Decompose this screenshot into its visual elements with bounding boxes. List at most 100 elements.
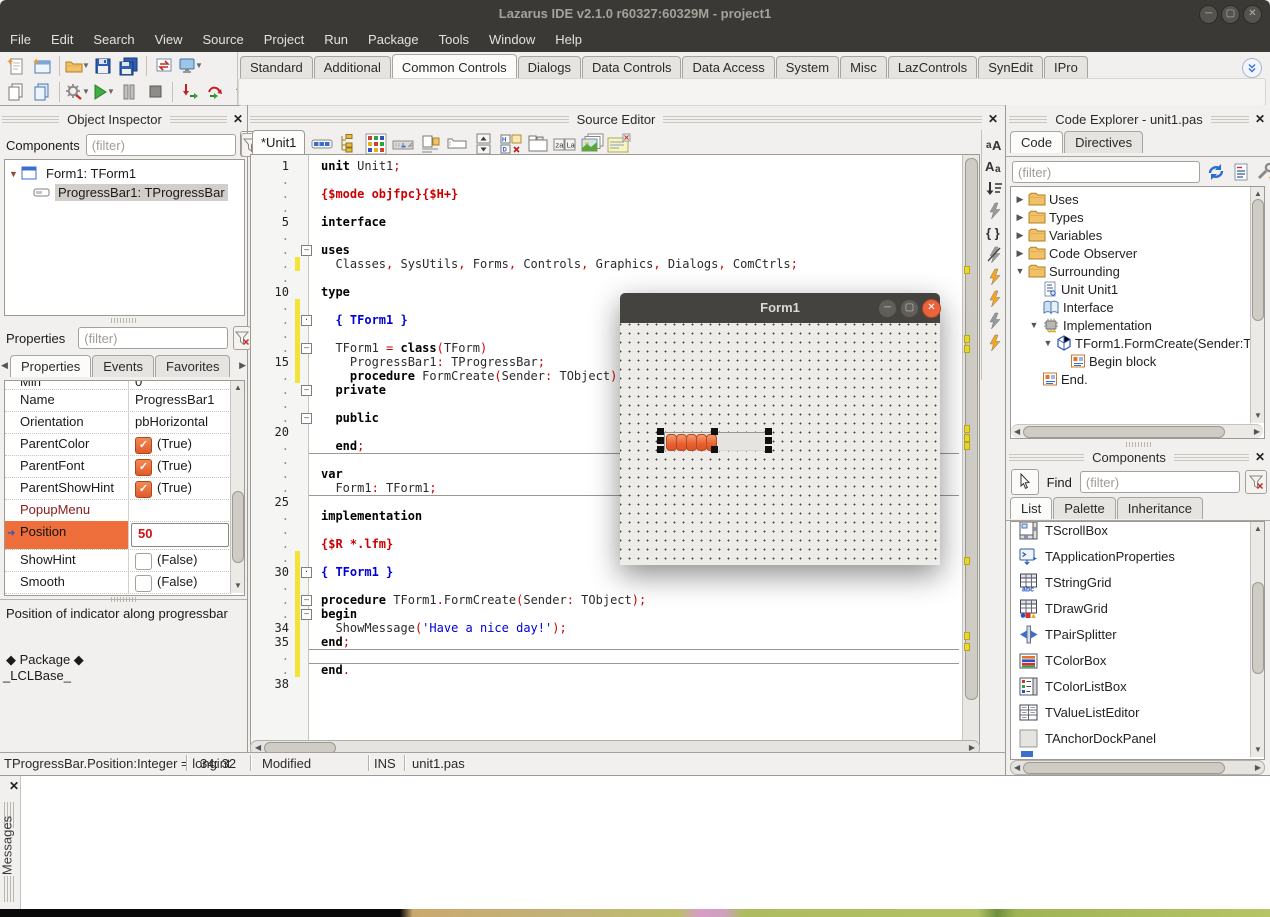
palette-tab-common-controls[interactable]: Common Controls [392,54,517,79]
code-line[interactable]: 25 [251,495,321,509]
code-explorer-tab-directives[interactable]: Directives [1064,131,1143,153]
messages-close-icon[interactable]: ✕ [7,779,21,793]
component-item-tanchordockpanel[interactable]: TAnchorDockPanel [1019,725,1156,751]
selection-handle[interactable] [711,428,718,435]
property-row-position[interactable]: Position50➜ [5,521,231,550]
properties-filter-input[interactable] [78,327,228,349]
oi-tabs-scroll-left-icon[interactable]: ◀ [1,360,8,371]
oi-tab-favorites[interactable]: Favorites [155,355,230,377]
oi-grip[interactable] [2,116,59,123]
ce-vscrollbar[interactable]: ▲ ▼ [1250,187,1264,423]
code-explorer-tab-code[interactable]: Code [1010,131,1063,153]
explorer-item-unit-unit1[interactable]: Unit Unit1 [1029,280,1118,298]
selection-handle[interactable] [765,437,772,444]
form-maximize-button[interactable]: ▢ [900,299,919,318]
explorer-item-surrounding[interactable]: ▼Surrounding [1015,262,1120,280]
form-minimize-button[interactable]: ─ [878,299,897,318]
property-row-parentfont[interactable]: ParentFont✓(True) [5,455,231,478]
explorer-item-tform1-formcreate-sender-tob[interactable]: ▼TForm1.FormCreate(Sender:TOb [1043,334,1265,352]
flash-button[interactable] [983,266,1005,287]
window-minimize-button[interactable]: ─ [1199,5,1218,24]
toggle-form-unit-button[interactable] [152,54,176,77]
component-item-tcolorbox[interactable]: TColorBox [1019,647,1106,673]
editor-vscrollbar[interactable] [962,155,979,742]
code-line[interactable]: .implementation [251,509,422,523]
component-item-tapplicationproperties[interactable]: TApplicationProperties [1019,543,1175,569]
code-line[interactable]: . [251,271,321,285]
oi-splitter[interactable] [111,318,137,323]
window-maximize-button[interactable]: ▢ [1221,5,1240,24]
menu-search[interactable]: Search [83,28,144,52]
menu-run[interactable]: Run [314,28,358,52]
selection-handle[interactable] [765,428,772,435]
menu-source[interactable]: Source [193,28,254,52]
sort-button[interactable] [983,178,1005,199]
oi-grid-scrollbar[interactable]: ▲ ▼ [230,381,244,593]
explorer-item-implementation[interactable]: ▼Implementation [1029,316,1152,334]
new-unit-button[interactable]: ✦ [4,54,28,77]
step-over-button[interactable] [204,80,228,103]
explorer-item-end-[interactable]: End. [1029,370,1088,388]
position-value-input[interactable]: 50 [131,523,229,547]
component-item-tdrawgrid[interactable]: TDrawGrid [1019,595,1108,621]
code-line[interactable]: . [251,523,321,537]
property-row-orientation[interactable]: OrientationpbHorizontal [5,411,231,434]
checkbox-smooth-unchecked[interactable] [135,575,152,592]
flash-button[interactable] [983,332,1005,353]
source-editor-close-icon[interactable]: ✕ [986,112,1000,126]
palette-tab-dialogs[interactable]: Dialogs [518,56,581,79]
flash-off-button[interactable] [983,244,1005,265]
oi-close-icon[interactable]: ✕ [231,112,245,126]
code-line[interactable]: . [251,327,321,341]
code-explorer-filter-input[interactable] [1012,161,1200,183]
form-titlebar[interactable]: Form1 ─ ▢ ✕ [620,293,940,323]
oi-tabs-scroll-right-icon[interactable]: ▶ [239,360,246,371]
case-Aa-button[interactable]: Aa [983,156,1005,177]
components-tab-palette[interactable]: Palette [1053,497,1115,519]
code-line[interactable]: . [251,551,321,565]
property-row-parentcolor[interactable]: ParentColor✓(True) [5,433,231,456]
explorer-item-code-observer[interactable]: ▶Code Observer [1015,244,1137,262]
selection-handle[interactable] [711,446,718,453]
code-line[interactable]: 38 [251,677,321,691]
right-splitter[interactable] [1126,442,1152,447]
property-row-popupmenu[interactable]: PopupMenu [5,499,231,522]
code-line[interactable]: . [251,173,321,187]
ce-hscrollbar[interactable]: ◀ ▶ [1011,424,1263,438]
new-form-button[interactable]: ✦ [30,54,54,77]
component-item-tscrollbox[interactable]: TScrollBox [1019,521,1108,543]
property-row-showhint[interactable]: ShowHint(False) [5,549,231,572]
selection-handle[interactable] [657,437,664,444]
menu-package[interactable]: Package [358,28,429,52]
build-button[interactable]: ▼ [65,80,89,103]
code-line[interactable]: . [251,649,321,663]
palette-tab-data-controls[interactable]: Data Controls [582,56,681,79]
step-into-button[interactable] [178,80,202,103]
oi-tab-events[interactable]: Events [92,355,154,377]
flash-button[interactable] [983,310,1005,331]
component-item-tcolorlistbox[interactable]: TColorListBox [1019,673,1127,699]
code-line[interactable]: .– TForm1 = class(TForm) [251,341,487,355]
checkbox-parentshowhint-checked[interactable]: ✓ [135,481,152,498]
code-line[interactable]: .– private [251,383,386,397]
property-row-name[interactable]: NameProgressBar1 [5,389,231,412]
case-aA-button[interactable]: aA [983,134,1005,155]
explorer-item-types[interactable]: ▶Types [1015,208,1084,226]
code-line[interactable]: .end. [251,663,350,677]
component-cursor-button[interactable] [1011,469,1039,495]
code-line[interactable]: . [251,579,321,593]
pause-button[interactable] [117,80,141,103]
explorer-item-variables[interactable]: ▶Variables [1015,226,1102,244]
palette-tab-ipro[interactable]: IPro [1044,56,1088,79]
checkbox-parentfont-checked[interactable]: ✓ [135,459,152,476]
code-line[interactable]: .–procedure TForm1.FormCreate(Sender: TO… [251,593,646,607]
braces-button[interactable]: { } [983,222,1005,243]
code-line[interactable]: .– public [251,411,379,425]
palette-tab-lazcontrols[interactable]: LazControls [888,56,977,79]
code-line[interactable]: . [251,229,321,243]
components-filter-input[interactable] [86,134,236,156]
component-item-tstringgrid[interactable]: abcTStringGrid [1019,569,1111,595]
property-row-parentshowhint[interactable]: ParentShowHint✓(True) [5,477,231,500]
components-close-icon[interactable]: ✕ [1253,450,1267,464]
setup-icon[interactable] [1256,162,1270,182]
